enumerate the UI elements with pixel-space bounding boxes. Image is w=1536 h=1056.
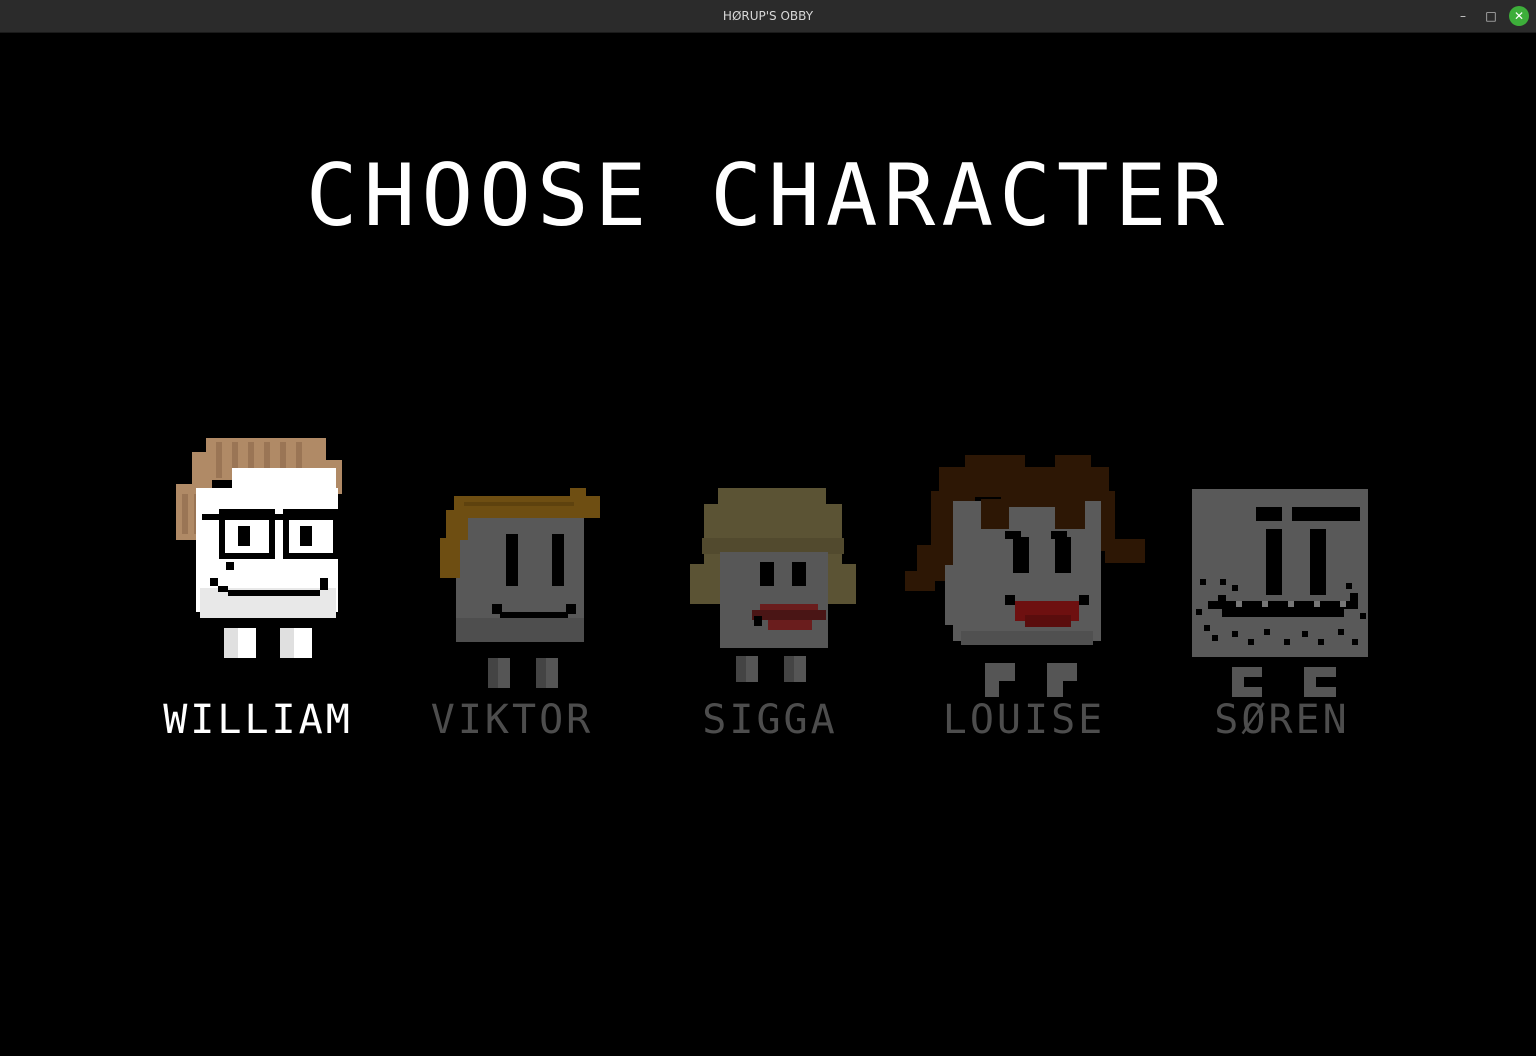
choose-character-heading: CHOOSE CHARACTER <box>305 146 1231 246</box>
character-viktor[interactable] <box>440 488 600 688</box>
window-titlebar: HØRUP'S OBBY – □ ✕ <box>0 0 1536 33</box>
character-name-soren[interactable]: SØREN <box>1152 698 1412 742</box>
game-canvas: CHOOSE CHARACTER WILLIAM VIKTOR SIGGA LO… <box>0 33 1536 1056</box>
character-name-viktor[interactable]: VIKTOR <box>382 698 642 742</box>
character-louise[interactable] <box>905 455 1145 699</box>
character-sigga[interactable] <box>688 488 858 684</box>
character-soren[interactable] <box>1192 489 1370 699</box>
close-icon[interactable]: ✕ <box>1509 6 1529 26</box>
minimize-icon[interactable]: – <box>1453 6 1473 26</box>
character-name-william[interactable]: WILLIAM <box>128 698 388 742</box>
viktor-sprite-icon <box>440 488 600 688</box>
sigga-sprite-icon <box>690 488 856 682</box>
louise-sprite-icon <box>905 455 1145 697</box>
soren-sprite-icon <box>1192 489 1368 697</box>
window-title: HØRUP'S OBBY <box>722 9 814 23</box>
character-name-sigga[interactable]: SIGGA <box>640 698 900 742</box>
character-name-louise[interactable]: LOUISE <box>894 698 1154 742</box>
maximize-icon[interactable]: □ <box>1481 6 1501 26</box>
character-william[interactable] <box>172 438 348 658</box>
william-sprite-icon <box>176 438 342 658</box>
